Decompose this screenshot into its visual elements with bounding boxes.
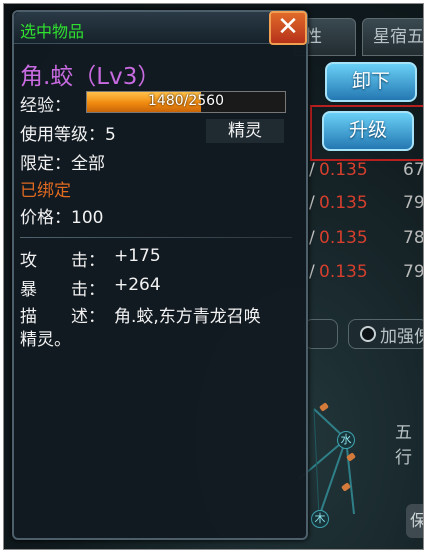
option-pill-left[interactable] <box>304 319 338 349</box>
water-node: 水 <box>337 431 355 449</box>
stat-value: 0.135 <box>319 160 368 180</box>
item-tooltip: 选中物品 ✕ 角.蛟（Lv3） 经验： 1480/2560 使用等级：5 精灵 … <box>12 10 308 540</box>
stat-number: 79 <box>403 262 424 282</box>
description-text-cont: 精灵。 <box>20 330 71 350</box>
stat-value: 0.135 <box>319 228 368 248</box>
divider <box>20 237 292 238</box>
description-label: 描 述： <box>20 307 105 327</box>
crit-value: +264 <box>114 275 161 295</box>
stat-number: 79 <box>403 193 424 213</box>
level-requirement: 使用等级：5 <box>20 125 116 145</box>
stat-row: / 0.135 67 <box>309 160 424 180</box>
enhance-option-label: 加强傀 <box>380 327 423 347</box>
attack-value: +175 <box>114 246 161 266</box>
stat-number: 78 <box>403 228 424 248</box>
tooltip-title: 选中物品 <box>20 22 85 41</box>
enhance-radio[interactable] <box>360 326 376 342</box>
close-icon: ✕ <box>277 12 299 42</box>
exp-progress-text: 1480/2560 <box>148 93 224 109</box>
tab-star-constellation[interactable]: 星宿五 <box>362 18 424 56</box>
attack-label: 攻 击： <box>20 251 105 271</box>
upgrade-button[interactable]: 升级 <box>322 111 414 151</box>
stat-value: 0.135 <box>319 262 368 282</box>
description-text: 角.蛟,东方青龙召唤 <box>114 307 261 327</box>
tooltip-header: 选中物品 ✕ <box>14 11 307 45</box>
exp-progress-bar: 1480/2560 <box>86 91 286 113</box>
exp-label: 经验： <box>20 96 71 116</box>
save-button[interactable]: 保 <box>406 504 423 538</box>
tab-star-label: 星宿五 <box>373 27 424 47</box>
close-button[interactable]: ✕ <box>269 11 307 45</box>
stat-row: / 0.135 79 <box>309 262 424 282</box>
category-tag: 精灵 <box>206 119 284 143</box>
unequip-button[interactable]: 卸下 <box>325 62 417 102</box>
price: 价格：100 <box>20 208 104 228</box>
stat-value: 0.135 <box>319 193 368 213</box>
stat-number: 67 <box>403 160 424 180</box>
item-name: 角.蛟（Lv3） <box>20 64 161 90</box>
element-label: 五行 <box>395 423 412 468</box>
bound-status: 已绑定 <box>20 181 71 201</box>
wood-node: 木 <box>311 510 329 528</box>
stat-row: / 0.135 79 <box>309 193 424 213</box>
stat-row: / 0.135 78 <box>309 228 424 248</box>
restriction: 限定：全部 <box>20 154 105 174</box>
crit-label: 暴 击： <box>20 280 105 300</box>
five-elements-diagram <box>298 408 355 518</box>
